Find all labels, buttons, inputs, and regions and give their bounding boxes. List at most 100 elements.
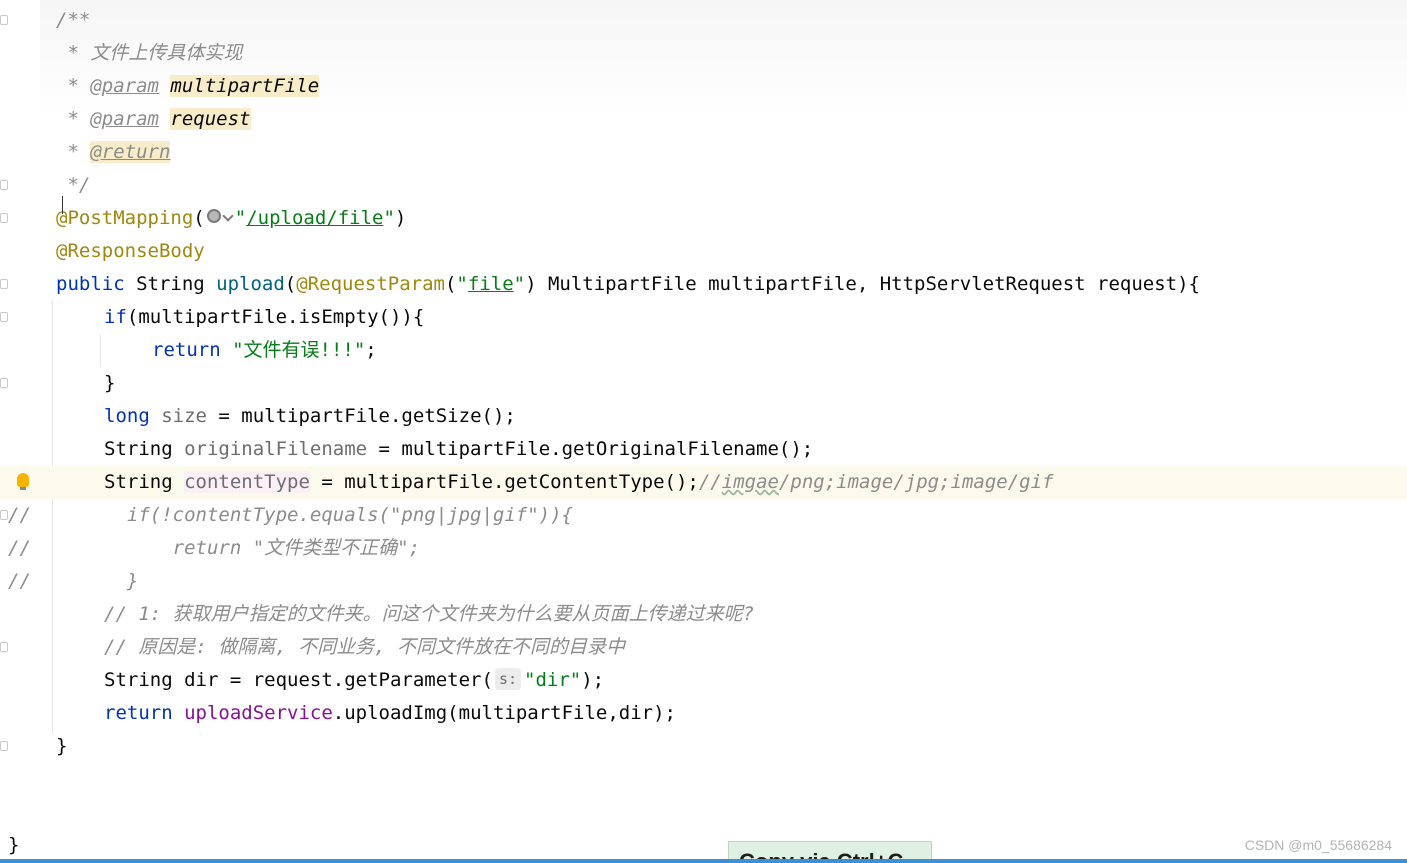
commented-code: return "文件类型不正确"; <box>104 537 421 559</box>
code-line-12[interactable]: } <box>0 367 1407 400</box>
if-condition: (multipartFile.isEmpty()){ <box>126 306 425 328</box>
code-line-16[interactable]: // if(!contentType.equals("png|jpg|gif")… <box>0 499 1407 532</box>
line-comment: // 原因是: 做隔离, 不同业务, 不同文件放在不同的目录中 <box>104 636 625 658</box>
code-line-17[interactable]: // return "文件类型不正确"; <box>0 532 1407 565</box>
type-string: String <box>104 438 185 460</box>
statement: = multipartFile.getSize(); <box>206 405 516 427</box>
field-uploadservice: uploadService <box>172 702 333 724</box>
semicolon: ; <box>365 339 377 361</box>
variable-originalfilename: originalFilename <box>184 438 368 460</box>
code-line-19[interactable]: // 1: 获取用户指定的文件夹。问这个文件夹为什么要从页面上传递过来呢? <box>0 598 1407 631</box>
code-line-5[interactable]: * @return <box>0 136 1407 169</box>
string-quote: " <box>456 273 468 295</box>
line-comment-text: /png;image/jpg;image/gif <box>778 471 1054 493</box>
string-literal: "文件有误!!!" <box>220 339 366 361</box>
doc-comment-open: /** <box>56 9 91 31</box>
type-string: String <box>104 471 185 493</box>
code-line-8[interactable]: @ResponseBody <box>0 235 1407 268</box>
commented-slashes: // <box>8 537 31 559</box>
fold-icon[interactable] <box>0 213 8 223</box>
return-type: String <box>124 273 217 295</box>
doc-param-tag: @param <box>90 75 159 97</box>
paren: ( <box>284 273 297 295</box>
code-line-15-current[interactable]: String contentType = multipartFile.getCo… <box>0 466 1407 499</box>
doc-star: * <box>56 141 91 163</box>
code-editor[interactable]: /** * 文件上传具体实现 * @param multipartFile * … <box>0 0 1407 863</box>
param-hint-chip: s: <box>494 668 521 690</box>
string-quote: " <box>383 207 395 229</box>
doc-star: * <box>56 42 91 64</box>
doc-description: 文件上传具体实现 <box>90 42 243 64</box>
paren: ) <box>394 207 407 229</box>
paren: ( <box>444 273 457 295</box>
string-quote: " <box>234 207 247 229</box>
fold-icon[interactable] <box>0 180 8 190</box>
keyword-return: return <box>152 339 221 361</box>
commented-slashes: // <box>8 570 31 592</box>
bottom-accent-bar <box>0 859 1407 863</box>
code-line-14[interactable]: String originalFilename = multipartFile.… <box>0 433 1407 466</box>
doc-param-name: request <box>170 108 251 130</box>
commented-code: if(!contentType.equals("png|jpg|gif")){ <box>104 504 573 526</box>
statement: = multipartFile.getContentType(); <box>309 471 699 493</box>
typo-word: imgae <box>721 471 779 493</box>
globe-icon[interactable] <box>205 207 235 227</box>
code-line-9[interactable]: public String upload(@RequestParam("file… <box>0 268 1407 301</box>
annotation-responsebody: @ResponseBody <box>56 240 205 262</box>
code-line-4[interactable]: * @param request <box>0 103 1407 136</box>
code-line-20[interactable]: // 原因是: 做隔离, 不同业务, 不同文件放在不同的目录中 <box>0 631 1407 664</box>
class-closing-brace: } <box>8 834 20 856</box>
annotation-requestparam: @RequestParam <box>296 273 445 295</box>
method-name: upload <box>216 273 285 295</box>
string-literal: "dir" <box>524 669 582 691</box>
method-params: ) MultipartFile multipartFile, HttpServl… <box>525 273 1200 295</box>
variable-size: size <box>149 405 207 427</box>
code-line-11[interactable]: return "文件有误!!!"; <box>0 334 1407 367</box>
code-line-2[interactable]: * 文件上传具体实现 <box>0 37 1407 70</box>
keyword-if: if <box>104 306 127 328</box>
code-line-21[interactable]: String dir = request.getParameter(s: "dir… <box>0 664 1407 697</box>
lightbulb-icon[interactable] <box>17 473 29 490</box>
watermark: CSDN @m0_55686284 <box>1244 837 1392 853</box>
closing-brace: } <box>56 735 68 757</box>
doc-return-tag: @return <box>90 141 171 163</box>
code-line-13[interactable]: long size = multipartFile.getSize(); <box>0 400 1407 433</box>
fold-icon[interactable] <box>0 741 8 751</box>
statement: = multipartFile.getOriginalFilename(); <box>367 438 814 460</box>
statement: .uploadImg(multipartFile,dir); <box>332 702 676 724</box>
line-comment-slashes: // <box>698 471 722 493</box>
code-line-6[interactable]: */ <box>0 169 1407 202</box>
code-line-3[interactable]: * @param multipartFile <box>0 70 1407 103</box>
code-line-23[interactable]: } <box>0 730 1407 763</box>
fold-icon[interactable] <box>0 15 8 25</box>
code-line-22[interactable]: return uploadService.uploadImg(multipart… <box>0 697 1407 730</box>
paren: ( <box>193 207 205 229</box>
doc-star: * <box>56 75 91 97</box>
line-comment: // 1: 获取用户指定的文件夹。问这个文件夹为什么要从页面上传递过来呢? <box>104 603 755 625</box>
string-quote: " <box>513 273 526 295</box>
variable-contenttype: contentType <box>184 471 310 493</box>
statement-end: ); <box>581 669 605 691</box>
code-line-7[interactable]: @PostMapping( "/upload/file") <box>0 202 1407 235</box>
statement: String dir = request.getParameter( <box>104 669 493 691</box>
doc-star: * <box>56 108 91 130</box>
doc-param-tag: @param <box>90 108 159 130</box>
keyword-long: long <box>104 405 150 427</box>
code-line-18[interactable]: // } <box>0 565 1407 598</box>
annotation-postmapping: @PostMapping <box>56 207 194 229</box>
commented-code: } <box>104 570 139 592</box>
keyword-return: return <box>104 702 173 724</box>
commented-slashes: // <box>8 504 31 526</box>
fold-icon[interactable] <box>0 312 8 322</box>
fold-icon[interactable] <box>0 279 8 289</box>
doc-param-name: multipartFile <box>170 75 320 97</box>
code-line-1[interactable]: /** <box>0 4 1407 37</box>
fold-icon[interactable] <box>0 642 8 652</box>
closing-brace: } <box>104 372 116 394</box>
fold-icon[interactable] <box>0 378 8 388</box>
param-name-file[interactable]: file <box>468 273 514 295</box>
code-line-10[interactable]: if(multipartFile.isEmpty()){ <box>0 301 1407 334</box>
text-cursor <box>62 196 69 214</box>
mapping-path[interactable]: /upload/file <box>246 207 383 229</box>
fold-icon[interactable] <box>0 510 8 520</box>
